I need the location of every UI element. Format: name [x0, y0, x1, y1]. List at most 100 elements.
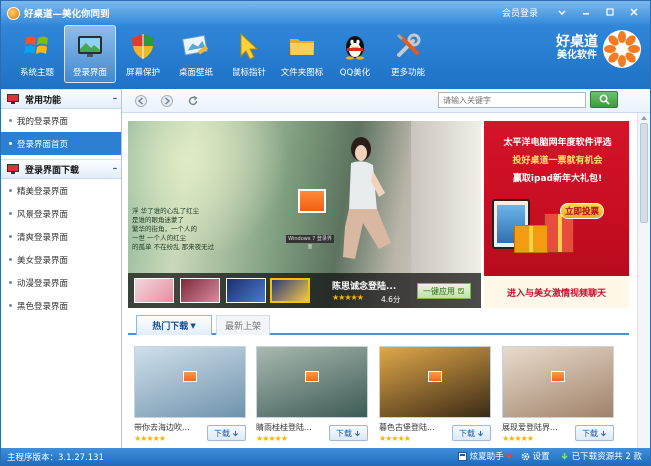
toolbar-label: 更多功能 [390, 68, 425, 78]
toolbar-label: 系统主题 [19, 68, 54, 78]
theme-card[interactable]: 睛雨桂桂登陆... ★★★★★ 下载 [250, 341, 368, 448]
download-arrow-icon [477, 430, 484, 436]
toolbar-qq-beautify[interactable]: QQ美化 [329, 25, 381, 83]
window-controls: 会员登录 [502, 4, 646, 20]
sidebar-section-common[interactable]: 常用功能 – [1, 89, 121, 109]
banner-person-image [343, 137, 391, 259]
toolbar-system-theme[interactable]: 系统主题 [11, 25, 63, 83]
download-arrow-icon [600, 430, 607, 436]
maximize-icon[interactable] [598, 4, 622, 20]
banner-thumbnail[interactable] [226, 278, 266, 303]
back-arrow-icon[interactable] [134, 94, 148, 108]
theme-card[interactable]: 暮色古堡登陆... ★★★★★ 下载 [373, 341, 491, 448]
cursor-icon [233, 30, 265, 62]
helper-label: 炫夏助手 [469, 452, 504, 462]
promo-ad[interactable]: 太平洋电脑网年度软件评选 投好桌道一票就有机会 赢取ipad新年大礼包! 立即投… [484, 121, 629, 308]
ad-headline: 太平洋电脑网年度软件评选 [503, 138, 612, 148]
toolbar-more[interactable]: 更多功能 [382, 25, 434, 83]
tab-hot-downloads[interactable]: 热门下载 ▼ [136, 315, 212, 335]
apply-icon [458, 288, 464, 294]
brand-name: 好桌道 [556, 34, 598, 50]
download-button[interactable]: 下载 [575, 425, 614, 441]
search-input[interactable] [438, 92, 586, 108]
main-toolbar: 系统主题 登录界面 屏幕保护 桌面壁纸 鼠标指针 文件夹图标 QQ美化 更多功能 [11, 25, 435, 85]
theme-card[interactable]: 带你去海边吹... ★★★★★ 下载 [128, 341, 246, 448]
sidebar-item-label: 动漫登录界面 [17, 278, 69, 289]
settings-link[interactable]: 设置 [521, 450, 550, 462]
flower-logo-icon [603, 30, 641, 68]
top-bar: 好桌道—美化你同到 会员登录 系统主题 登录界面 屏幕保护 桌面壁纸 鼠标指针 … [1, 1, 650, 89]
sidebar-item-label: 我的登录界面 [17, 116, 69, 127]
rating-score: 4.6分 [381, 295, 401, 304]
refresh-icon[interactable] [186, 94, 200, 108]
bullet-icon [9, 189, 12, 192]
banner-thumbnail[interactable] [134, 278, 174, 303]
collapse-toggle[interactable]: – [109, 164, 121, 174]
downloads-link[interactable]: 已下载资源共 2 款 [560, 450, 642, 462]
sidebar-item-beauty[interactable]: 美女登录界面 [1, 248, 121, 271]
download-button[interactable]: 下载 [452, 425, 491, 441]
rating-stars: ★★★★★ [332, 293, 364, 302]
windows-logo-icon [21, 30, 53, 62]
banner-thumbnail-selected[interactable] [270, 278, 310, 303]
theme-name: 带你去海边吹... [134, 423, 190, 432]
status-bar: 主程序版本：3.1.27.131 炫夏助手 设置 已下载资源共 2 款 [1, 448, 650, 465]
forward-arrow-icon[interactable] [160, 94, 174, 108]
ad-video-chat-link[interactable]: 进入与美女激情视频聊天 [484, 276, 629, 308]
download-button[interactable]: 下载 [207, 425, 246, 441]
bullet-icon [9, 281, 12, 284]
theme-card[interactable]: 展现爱登陆界... ★★★★★ 下载 [496, 341, 614, 448]
theme-preview-image [379, 346, 491, 418]
toolbar-login-screen[interactable]: 登录界面 [64, 25, 116, 83]
menu-icon[interactable] [550, 4, 574, 20]
download-arrow-icon [232, 430, 239, 436]
poem-line: 浮 华了谁的心乱了红尘 [132, 207, 200, 215]
collapse-toggle[interactable]: – [109, 94, 121, 104]
download-button[interactable]: 下载 [329, 425, 368, 441]
search-icon [599, 94, 610, 105]
wallpaper-icon [180, 30, 212, 62]
sidebar-item-fresh[interactable]: 清爽登录界面 [1, 225, 121, 248]
toolbar-cursor[interactable]: 鼠标指针 [223, 25, 275, 83]
tab-newest[interactable]: 最新上架 [216, 315, 270, 335]
window-title-text: 好桌道—美化你同到 [24, 9, 110, 20]
nav-bar [122, 89, 650, 113]
toolbar-wallpaper[interactable]: 桌面壁纸 [170, 25, 222, 83]
vertical-scrollbar[interactable] [637, 113, 650, 448]
sidebar-item-my-login[interactable]: 我的登录界面 [1, 109, 121, 132]
theme-preview-image [256, 346, 368, 418]
sidebar-item-login-home[interactable]: 登录界面首页 [1, 132, 121, 155]
featured-banner[interactable]: 浮 华了谁的心乱了红尘 是谁的眼角迷蒙了 繁华的街角，一个人的 一世 一个人的红… [128, 121, 481, 308]
sidebar-item-anime[interactable]: 动漫登录界面 [1, 271, 121, 294]
helper-link[interactable]: 炫夏助手 [457, 450, 511, 462]
scrollbar-thumb[interactable] [640, 123, 648, 223]
app-window: 好桌道—美化你同到 会员登录 系统主题 登录界面 屏幕保护 桌面壁纸 鼠标指针 … [0, 0, 651, 466]
sidebar-item-black[interactable]: 黑色登录界面 [1, 294, 121, 317]
sidebar-section-download[interactable]: 登录界面下载 – [1, 159, 121, 179]
rating-stars: ★★★★★ [134, 434, 166, 443]
toolbar-screensaver[interactable]: 屏幕保护 [117, 25, 169, 83]
toolbar-folder-icons[interactable]: 文件夹图标 [276, 25, 328, 83]
downloads-label: 已下载资源共 2 款 [571, 452, 642, 462]
download-arrow-icon [354, 430, 361, 436]
close-icon[interactable] [622, 4, 646, 20]
theme-name: 暮色古堡登陆... [379, 423, 435, 432]
vote-now-button[interactable]: 立即投票 [560, 203, 604, 219]
rating-stars: ★★★★★ [379, 434, 411, 443]
settings-label: 设置 [532, 452, 550, 462]
scroll-up-arrow-icon[interactable] [639, 114, 649, 122]
download-arrow-icon [561, 452, 568, 460]
sidebar-section-title: 常用功能 [25, 95, 62, 106]
sidebar-item-scenery[interactable]: 风景登录界面 [1, 202, 121, 225]
member-login-link[interactable]: 会员登录 [502, 6, 538, 19]
toolbar-label: 登录界面 [72, 68, 107, 78]
main-content: 浮 华了谁的心乱了红尘 是谁的眼角迷蒙了 繁华的街角，一个人的 一世 一个人的红… [122, 113, 637, 448]
bullet-icon [9, 212, 12, 215]
rating-stars: ★★★★★ [502, 434, 534, 443]
apply-button[interactable]: 一键应用 [417, 283, 471, 299]
search-button[interactable] [590, 91, 618, 108]
sidebar-item-exquisite[interactable]: 精美登录界面 [1, 179, 121, 202]
minimize-icon[interactable] [574, 4, 598, 20]
banner-thumbnail[interactable] [180, 278, 220, 303]
sidebar-item-label: 美女登录界面 [17, 255, 69, 266]
